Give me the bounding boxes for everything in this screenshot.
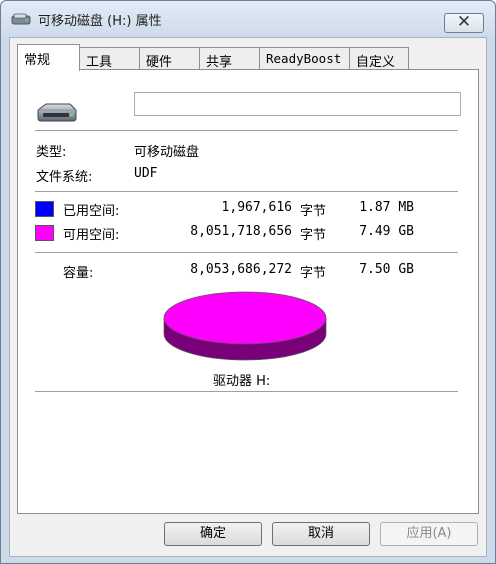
free-space-bytes: 8,051,718,656 — [190, 224, 292, 239]
tab-readyboost[interactable]: ReadyBoost — [259, 47, 350, 69]
used-space-color-swatch — [35, 201, 54, 217]
free-space-label: 可用空间: — [63, 228, 120, 243]
used-space-label: 已用空间: — [63, 204, 120, 219]
type-value: 可移动磁盘 — [134, 145, 200, 160]
title-bar[interactable]: 可移动磁盘 (H:) 属性 ✕ — [1, 1, 495, 35]
separator — [35, 130, 458, 131]
disk-usage-pie-chart — [163, 291, 327, 361]
used-space-unit: 字节 — [300, 204, 327, 219]
type-label: 类型: — [36, 145, 67, 160]
tab-customize[interactable]: 自定义 — [349, 47, 409, 70]
removable-drive-icon — [37, 103, 77, 122]
tab-label: 硬件 — [146, 55, 173, 70]
ok-button[interactable]: 确定 — [164, 522, 262, 546]
drive-label: 驱动器 H: — [213, 374, 271, 389]
tab-label: 自定义 — [356, 55, 396, 70]
free-space-unit: 字节 — [300, 228, 327, 243]
file-system-label: 文件系统: — [36, 170, 93, 185]
file-system-value: UDF — [134, 166, 158, 181]
apply-button[interactable]: 应用(A) — [380, 522, 478, 546]
capacity-unit: 字节 — [300, 266, 327, 281]
tab-general[interactable]: 常规 — [17, 44, 80, 71]
tab-label: ReadyBoost — [266, 51, 342, 66]
used-space-human: 1.87 MB — [359, 200, 414, 215]
removable-drive-icon — [11, 13, 31, 25]
used-space-bytes: 1,967,616 — [221, 200, 292, 215]
separator — [35, 252, 458, 253]
separator — [35, 391, 458, 392]
capacity-label: 容量: — [63, 266, 94, 281]
close-button[interactable]: ✕ — [444, 13, 484, 33]
tab-label: 常规 — [24, 53, 51, 68]
tab-label: 工具 — [86, 55, 113, 70]
tab-label: 共享 — [206, 55, 233, 70]
free-space-color-swatch — [35, 225, 54, 241]
capacity-human: 7.50 GB — [359, 262, 414, 277]
drive-name-input[interactable] — [134, 92, 461, 116]
free-space-human: 7.49 GB — [359, 224, 414, 239]
window-title: 可移动磁盘 (H:) 属性 — [38, 14, 162, 29]
cancel-button[interactable]: 取消 — [272, 522, 370, 546]
close-icon: ✕ — [456, 12, 472, 32]
tab-sharing[interactable]: 共享 — [199, 47, 260, 70]
tab-tools[interactable]: 工具 — [79, 47, 140, 70]
tab-hardware[interactable]: 硬件 — [139, 47, 200, 70]
separator — [35, 191, 458, 192]
capacity-bytes: 8,053,686,272 — [190, 262, 292, 277]
